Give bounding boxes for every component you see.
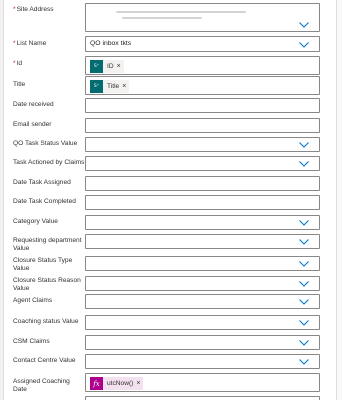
remove-token-icon[interactable]: ×	[136, 377, 143, 390]
blurred-site-url	[116, 11, 246, 13]
date-task-assigned-label: Date Task Assigned	[13, 179, 71, 186]
contact-centre-label: Contact Centre Value	[13, 357, 76, 364]
list-name-label: *List Name	[13, 40, 47, 47]
requesting-department-label: Requesting department Value	[13, 237, 82, 252]
email-sender-label: Email sender	[13, 121, 52, 128]
scrollbar-track[interactable]	[336, 0, 342, 400]
title-token[interactable]: S⁺ Title ×	[90, 80, 130, 93]
csm-claims-label: CSM Claims	[13, 338, 50, 345]
chevron-down-icon[interactable]	[299, 261, 309, 267]
assigned-coaching-date-input[interactable]: fx utcNow() ×	[85, 373, 320, 392]
chevron-down-icon[interactable]	[299, 281, 309, 287]
date-task-assigned-input[interactable]	[85, 176, 320, 191]
closure-status-type-label: Closure Status Type Value	[13, 257, 73, 272]
sharepoint-icon: S⁺	[90, 80, 103, 93]
date-received-input[interactable]	[85, 98, 320, 113]
remove-token-icon[interactable]: ×	[117, 60, 124, 73]
date-received-label: Date received	[13, 101, 54, 108]
chevron-down-icon[interactable]	[299, 359, 309, 365]
id-token[interactable]: S⁺ ID ×	[90, 60, 124, 73]
category-label: Category Value	[13, 218, 58, 225]
id-input[interactable]: S⁺ ID ×	[85, 56, 320, 75]
remove-token-icon[interactable]: ×	[122, 80, 129, 93]
coaching-status-label: Coaching status Value	[13, 318, 79, 325]
list-name-dropdown[interactable]: QO inbox tkts	[85, 36, 320, 52]
sharepoint-icon: S⁺	[90, 60, 103, 73]
utcnow-expression-token[interactable]: fx utcNow() ×	[90, 377, 144, 390]
assigned-coaching-date-label: Assigned Coaching Date	[13, 378, 70, 393]
contact-centre-dropdown[interactable]	[85, 354, 320, 369]
title-label: Title	[13, 81, 26, 88]
chevron-down-icon[interactable]	[299, 299, 309, 305]
chevron-down-icon[interactable]	[299, 239, 309, 245]
task-actioned-label: Task Actioned by Claims	[13, 159, 85, 166]
next-field-input[interactable]	[85, 396, 320, 400]
list-name-value: QO inbox tkts	[90, 40, 132, 47]
category-dropdown[interactable]	[85, 215, 320, 230]
chevron-down-icon[interactable]	[299, 340, 309, 346]
chevron-down-icon[interactable]	[299, 42, 309, 48]
coaching-status-dropdown[interactable]	[85, 315, 320, 330]
csm-claims-dropdown[interactable]	[85, 335, 320, 350]
blurred-site-url-2	[122, 17, 202, 19]
chevron-down-icon[interactable]	[299, 320, 309, 326]
chevron-down-icon[interactable]	[299, 22, 309, 28]
requesting-department-dropdown[interactable]	[85, 234, 320, 249]
closure-status-reason-label: Closure Status Reason Value	[13, 277, 81, 292]
agent-claims-label: Agent Claims	[13, 297, 53, 304]
email-sender-input[interactable]	[85, 118, 320, 133]
fx-icon: fx	[90, 377, 103, 390]
agent-claims-dropdown[interactable]	[85, 294, 320, 309]
date-task-completed-input[interactable]	[85, 195, 320, 210]
chevron-down-icon[interactable]	[299, 220, 309, 226]
left-panel-edge	[0, 0, 4, 400]
site-address-dropdown[interactable]	[85, 3, 320, 32]
date-task-completed-label: Date Task Completed	[13, 198, 76, 205]
chevron-down-icon[interactable]	[299, 161, 309, 167]
closure-status-reason-dropdown[interactable]	[85, 276, 320, 291]
qo-task-status-dropdown[interactable]	[85, 137, 320, 152]
qo-task-status-label: QO Task Status Value	[13, 140, 78, 147]
closure-status-type-dropdown[interactable]	[85, 256, 320, 271]
id-label: *Id	[13, 60, 23, 67]
chevron-down-icon[interactable]	[299, 142, 309, 148]
title-input[interactable]: S⁺ Title ×	[85, 76, 320, 95]
site-address-label: *Site Address	[13, 6, 54, 13]
task-actioned-dropdown[interactable]	[85, 156, 320, 171]
